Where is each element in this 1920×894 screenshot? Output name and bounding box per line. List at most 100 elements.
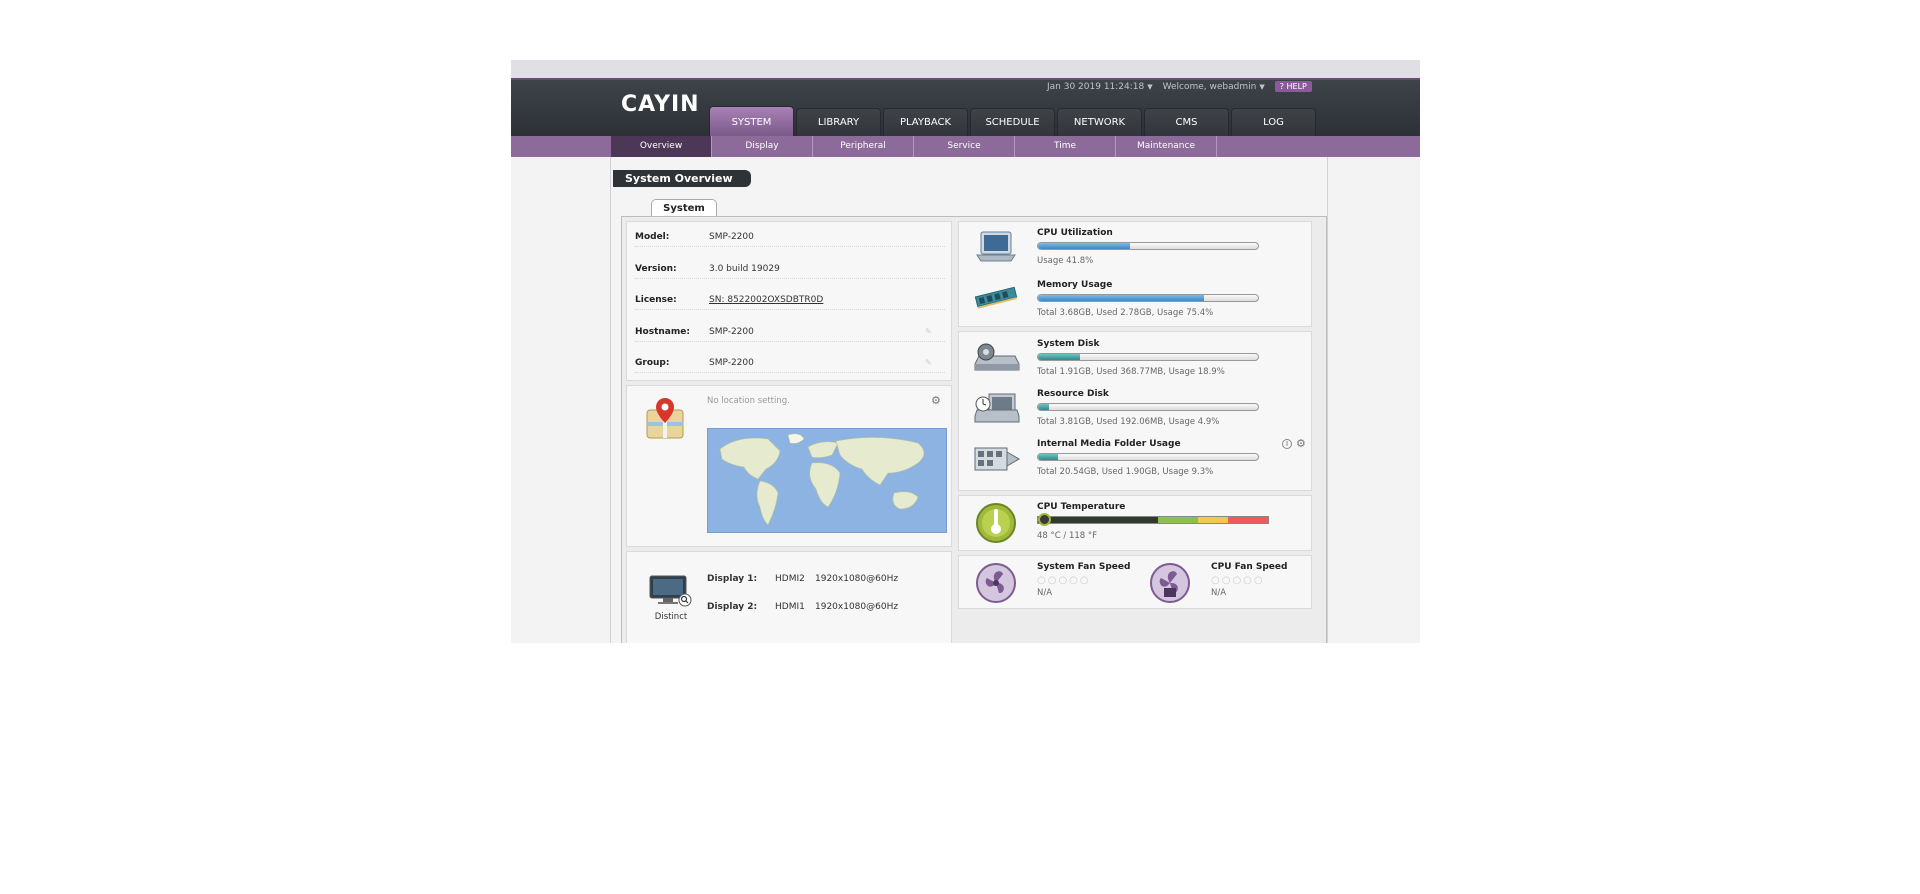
main-tabs: SYSTEM LIBRARY PLAYBACK SCHEDULE NETWORK… [709,106,1316,136]
system-disk-bar-fill [1038,354,1080,360]
chevron-down-icon: ▼ [1259,82,1265,91]
tab-playback[interactable]: PLAYBACK [883,108,968,136]
memory-title: Memory Usage [1037,280,1113,290]
cpu-fan-text: N/A [1211,588,1227,598]
welcome-text: Welcome, webadmin [1162,81,1257,92]
tab-system-inner[interactable]: System [651,199,717,216]
media-bar [1037,453,1259,461]
license-row: License: SN: 8522002OXSDBTR0D [635,290,945,310]
cpu-bar [1037,242,1259,250]
resource-disk-icon [973,392,1021,428]
chevron-down-icon: ▼ [1147,82,1153,91]
cpu-bar-fill [1038,243,1130,249]
memory-bar [1037,294,1259,302]
media-bar-fill [1038,454,1059,460]
resource-disk-bar-fill [1038,404,1049,410]
system-disk-text: Total 1.91GB, Used 368.77MB, Usage 18.9% [1037,367,1225,377]
memory-bar-fill [1038,295,1204,301]
monitor-icon [649,574,693,612]
cayin-logo: CAYIN [621,92,700,117]
info-icon[interactable]: i [1282,439,1292,449]
version-label: Version: [635,263,677,274]
resource-disk-text: Total 3.81GB, Used 192.06MB, Usage 4.9% [1037,417,1220,427]
cpu-memory-box: CPU Utilization Usage 41.8% Memory Usage… [958,221,1312,327]
media-text: Total 20.54GB, Used 1.90GB, Usage 9.3% [1037,467,1214,477]
display-2-port: HDMI1 [775,602,805,612]
edit-group-icon[interactable]: ✎ [925,358,933,367]
media-folder-icon [973,442,1021,478]
temp-zone-hot [1228,517,1268,523]
system-disk-icon [973,342,1021,378]
sub-nav: Overview Display Peripheral Service Time… [511,136,1420,157]
top-bar: Jan 30 2019 11:24:18 ▼ Welcome, webadmin ▼… [1047,81,1312,92]
display-1-resolution: 1920x1080@60Hz [815,574,899,584]
thermometer-icon [975,502,1017,548]
temp-zone-cold [1038,517,1158,523]
top-strip [511,60,1420,78]
resource-disk-bar [1037,403,1259,411]
version-row: Version: 3.0 build 19029 [635,259,945,279]
display-1-label: Display 1: [707,574,758,584]
help-button[interactable]: ? HELP [1274,81,1312,92]
tab-system[interactable]: SYSTEM [709,106,794,136]
cpu-fan-title: CPU Fan Speed [1211,562,1288,572]
map-pin-icon [645,396,685,444]
license-label: License: [635,294,677,305]
subtab-time[interactable]: Time [1015,136,1116,157]
subtab-maintenance[interactable]: Maintenance [1116,136,1217,157]
system-fan-text: N/A [1037,588,1053,598]
tab-cms[interactable]: CMS [1144,108,1229,136]
system-fan-dots: ○○○○○ [1037,575,1091,586]
resource-disk-title: Resource Disk [1037,389,1109,399]
edit-hostname-icon[interactable]: ✎ [925,327,933,336]
subtab-peripheral[interactable]: Peripheral [813,136,914,157]
cpu-text: Usage 41.8% [1037,256,1094,266]
fan-box: System Fan Speed ○○○○○ N/A CPU Fan Speed… [958,555,1312,609]
disk-box: System Disk Total 1.91GB, Used 368.77MB,… [958,331,1312,491]
display-box: Distinct Display 1: HDMI2 1920x1080@60Hz… [626,551,952,643]
user-dropdown[interactable]: Welcome, webadmin ▼ [1163,82,1265,92]
license-link[interactable]: SN: 8522002OXSDBTR0D [709,295,945,305]
system-disk-bar [1037,353,1259,361]
hostname-label: Hostname: [635,326,690,337]
cpu-fan-dots: ○○○○○ [1211,575,1265,586]
world-map [707,428,947,533]
datetime-dropdown[interactable]: Jan 30 2019 11:24:18 ▼ [1047,82,1153,92]
temperature-text: 48 °C / 118 °F [1037,531,1098,541]
location-text: No location setting. [707,396,790,406]
memory-icon [973,284,1019,314]
help-label: HELP [1286,82,1307,91]
model-row: Model: SMP-2200 [635,227,945,247]
subtab-overview[interactable]: Overview [611,136,712,157]
display-2-resolution: 1920x1080@60Hz [815,602,899,612]
datetime-text: Jan 30 2019 11:24:18 [1047,81,1145,92]
tab-library[interactable]: LIBRARY [796,108,881,136]
tab-schedule[interactable]: SCHEDULE [970,108,1055,136]
location-settings-gear-icon[interactable]: ⚙ [931,395,942,406]
browser-viewport: CAYIN Jan 30 2019 11:24:18 ▼ Welcome, web… [511,60,1420,643]
laptop-icon [975,230,1017,266]
display-1-row: Display 1: HDMI2 1920x1080@60Hz [707,574,898,584]
system-fan-title: System Fan Speed [1037,562,1131,572]
display-2-row: Display 2: HDMI1 1920x1080@60Hz [707,602,898,612]
location-box: No location setting. ⚙ [626,385,952,547]
media-title: Internal Media Folder Usage [1037,439,1181,449]
display-mode-label: Distinct [654,612,688,622]
cpu-fan-icon [1149,562,1191,608]
model-value: SMP-2200 [709,231,754,242]
temp-zone-normal [1158,517,1198,523]
media-settings-gear-icon[interactable]: ⚙ [1296,438,1307,449]
group-row: Group: SMP-2200 ✎ [635,353,945,373]
system-info-box: Model: SMP-2200 Version: 3.0 build 19029… [626,221,952,381]
subtab-service[interactable]: Service [914,136,1015,157]
tab-log[interactable]: LOG [1231,108,1316,136]
hostname-row: Hostname: SMP-2200 ✎ [635,322,945,342]
question-icon: ? [1279,82,1284,91]
group-value: SMP-2200 [709,357,754,368]
display-2-label: Display 2: [707,602,758,612]
subtab-display[interactable]: Display [712,136,813,157]
tab-network[interactable]: NETWORK [1057,108,1142,136]
system-fan-icon [975,562,1017,608]
display-1-port: HDMI2 [775,574,805,584]
memory-text: Total 3.68GB, Used 2.78GB, Usage 75.4% [1037,308,1214,318]
